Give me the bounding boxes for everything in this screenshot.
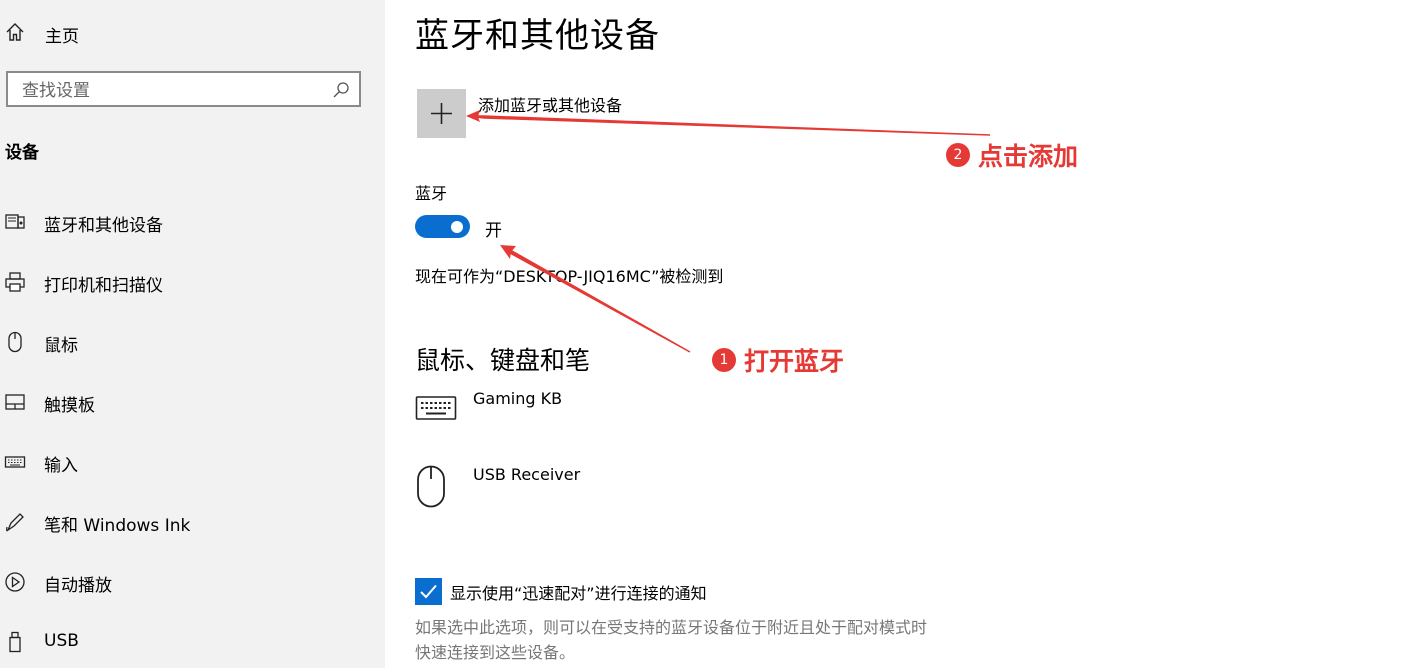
sidebar-item-touchpad[interactable]: 触摸板 (0, 381, 385, 421)
pen-icon (4, 511, 26, 533)
sidebar-item-label: 触摸板 (44, 396, 95, 416)
sidebar-item-usb[interactable]: USB (0, 621, 385, 661)
device-name: USB Receiver (473, 465, 581, 484)
search-box[interactable] (6, 71, 361, 107)
swift-pair-description: 如果选中此选项，则可以在受支持的蓝牙设备位于附近且处于配对模式时 快速连接到这些… (415, 615, 1015, 665)
sidebar-item-label: 自动播放 (44, 576, 112, 596)
swift-pair-label[interactable]: 显示使用“迅速配对”进行连接的通知 (450, 580, 707, 604)
add-device-button[interactable] (417, 89, 466, 138)
input-devices-heading: 鼠标、键盘和笔 (415, 346, 591, 375)
sidebar-item-autoplay[interactable]: 自动播放 (0, 561, 385, 601)
device-name: Gaming KB (473, 389, 563, 408)
sidebar-item-bluetooth[interactable]: 蓝牙和其他设备 (0, 201, 385, 241)
description-line: 快速连接到这些设备。 (415, 643, 576, 662)
description-line: 如果选中此选项，则可以在受支持的蓝牙设备位于附近且处于配对模式时 (415, 618, 928, 637)
search-input[interactable] (20, 78, 324, 104)
plus-icon (431, 103, 452, 124)
section-heading: 设备 (5, 143, 39, 163)
sidebar-item-label: 蓝牙和其他设备 (44, 216, 163, 236)
mouse-icon (4, 331, 26, 353)
sidebar-item-label: 笔和 Windows Ink (44, 516, 191, 536)
bluetooth-heading: 蓝牙 (415, 184, 448, 203)
checkmark-icon (420, 584, 437, 599)
sidebar-item-printers[interactable]: 打印机和扫描仪 (0, 261, 385, 301)
bluetooth-state-label: 开 (485, 221, 502, 241)
autoplay-icon (4, 571, 26, 593)
home-icon (5, 22, 25, 42)
bluetooth-devices-icon (4, 211, 26, 233)
device-item-keyboard[interactable]: Gaming KB (415, 389, 915, 449)
main-content: 蓝牙和其他设备 添加蓝牙或其他设备 蓝牙 开 现在可作为“DESKTOP-JIQ… (385, 0, 1425, 668)
device-item-mouse[interactable]: USB Receiver (415, 465, 915, 525)
printer-icon (4, 271, 26, 293)
discoverable-text: 现在可作为“DESKTOP-JIQ16MC”被检测到 (415, 267, 724, 286)
usb-icon (4, 631, 26, 653)
touchpad-icon (4, 391, 26, 413)
nav-home-label: 主页 (45, 27, 79, 47)
add-device-label[interactable]: 添加蓝牙或其他设备 (478, 92, 622, 116)
page-title: 蓝牙和其他设备 (415, 16, 660, 56)
sidebar: 主页 设备 蓝牙和其他设备 打印机和扫描仪 鼠标 触摸板 输入 (0, 0, 385, 668)
keyboard-icon (415, 393, 457, 427)
search-icon[interactable] (332, 81, 350, 99)
toggle-knob (451, 220, 463, 233)
sidebar-item-mouse[interactable]: 鼠标 (0, 321, 385, 361)
sidebar-item-pen[interactable]: 笔和 Windows Ink (0, 501, 385, 541)
mouse-icon (415, 465, 447, 513)
keyboard-icon (4, 451, 26, 473)
sidebar-item-label: USB (44, 631, 79, 651)
sidebar-item-typing[interactable]: 输入 (0, 441, 385, 481)
nav-home[interactable]: 主页 (0, 14, 385, 50)
sidebar-item-label: 输入 (44, 456, 78, 476)
sidebar-item-label: 打印机和扫描仪 (44, 276, 163, 296)
bluetooth-toggle[interactable] (415, 215, 470, 238)
swift-pair-checkbox[interactable] (415, 578, 442, 605)
sidebar-item-label: 鼠标 (44, 336, 78, 356)
